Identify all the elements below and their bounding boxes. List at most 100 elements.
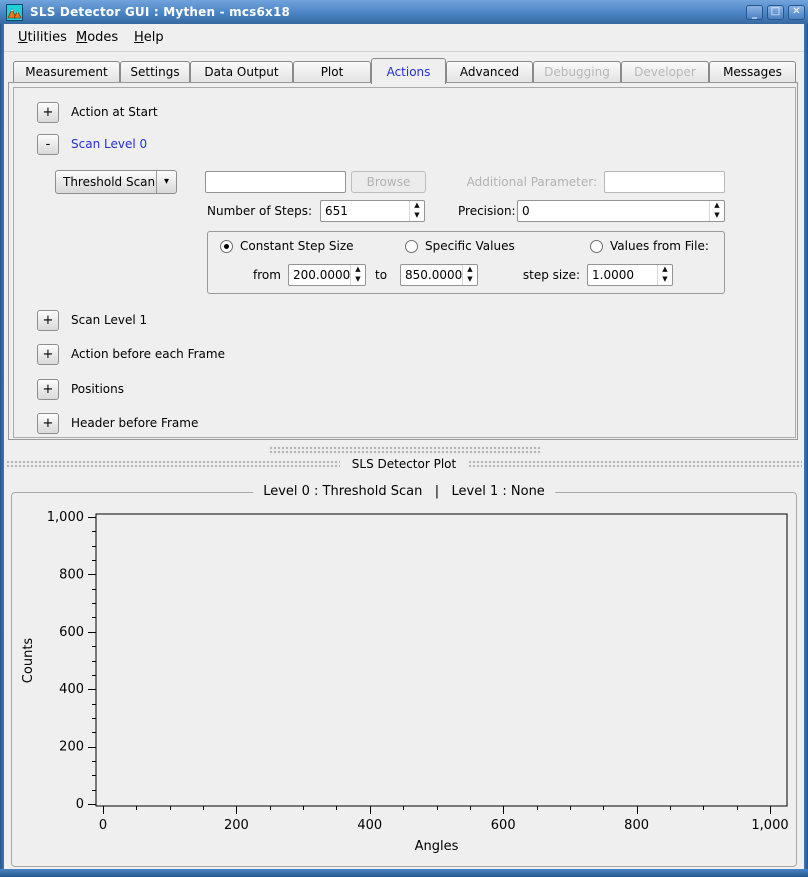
menu-bar: Utilities Modes Help [4, 24, 804, 52]
spin-up-icon[interactable]: ▲ [410, 201, 424, 211]
number-of-steps-label: Number of Steps: [207, 200, 312, 222]
x-tick-label: 800 [624, 818, 649, 833]
splitter-handle[interactable]: SLS Detector Plot [4, 443, 804, 473]
section-header-before-frame: + Header before Frame [14, 413, 774, 435]
actions-scroll-area: + Action at Start - Scan Level 0 Thresho… [13, 87, 796, 438]
y-axis-title: Counts [21, 638, 36, 684]
app-window: SLS Detector GUI : Mythen - mcs6x18 _ □ … [0, 0, 808, 877]
spin-down-icon[interactable]: ▼ [710, 211, 724, 221]
window-border-right[interactable] [804, 24, 808, 877]
section-label: Positions [71, 379, 124, 400]
spinner-arrows[interactable]: ▲ ▼ [462, 265, 477, 285]
step-mode-groupbox: Constant Step Size Specific Values Value… [207, 231, 725, 294]
additional-parameter-input [604, 171, 725, 193]
radio-values-from-file[interactable]: Values from File: [590, 238, 709, 254]
collapse-button[interactable]: - [37, 134, 59, 155]
section-label: Action before each Frame [71, 344, 225, 365]
close-button[interactable]: ✕ [788, 5, 805, 20]
scan-script-input[interactable] [205, 171, 346, 193]
spinner-arrows[interactable]: ▲ ▼ [409, 201, 424, 221]
scan-mode-select[interactable]: Threshold Scan ▾ [55, 170, 177, 194]
expand-button[interactable]: + [37, 413, 59, 434]
y-tick-label: 400 [59, 682, 84, 697]
x-tick-label: 200 [224, 818, 249, 833]
spin-down-icon[interactable]: ▼ [658, 275, 672, 285]
y-tick-label: 200 [59, 740, 84, 755]
section-action-before-each-frame: + Action before each Frame [14, 344, 774, 366]
tab-plot[interactable]: Plot [293, 61, 371, 82]
spin-up-icon[interactable]: ▲ [658, 265, 672, 275]
from-spinbox[interactable]: 200.0000 ▲ ▼ [288, 264, 366, 286]
tab-settings[interactable]: Settings [120, 61, 190, 82]
window-border-bottom[interactable] [0, 869, 808, 877]
minimize-button[interactable]: _ [746, 5, 763, 20]
menu-utilities[interactable]: Utilities [12, 24, 73, 52]
step-size-value: 1.0000 [588, 265, 657, 285]
expand-button[interactable]: + [37, 344, 59, 365]
to-spinbox[interactable]: 850.0000 ▲ ▼ [400, 264, 478, 286]
expand-button[interactable]: + [37, 102, 59, 123]
number-of-steps-spinbox[interactable]: 651 ▲ ▼ [320, 200, 425, 222]
number-of-steps-value: 651 [321, 201, 409, 221]
tab-developer: Developer [621, 61, 709, 82]
plot-groupbox: Level 0 : Threshold Scan | Level 1 : Non… [11, 492, 797, 867]
expand-button[interactable]: + [37, 310, 59, 331]
spin-up-icon[interactable]: ▲ [710, 201, 724, 211]
x-tick-label: 0 [99, 818, 107, 833]
to-label: to [375, 264, 387, 286]
tab-messages[interactable]: Messages [709, 61, 796, 82]
radio-specific-values[interactable]: Specific Values [405, 238, 515, 254]
radio-label: Values from File: [610, 239, 709, 253]
window-title: SLS Detector GUI : Mythen - mcs6x18 [30, 0, 290, 24]
app-mountain-icon [6, 4, 23, 21]
radio-icon[interactable] [590, 240, 603, 253]
precision-value: 0 [518, 201, 709, 221]
splitter-dots [468, 460, 802, 469]
spinner-arrows[interactable]: ▲ ▼ [657, 265, 672, 285]
dropdown-arrow-icon: ▾ [156, 171, 176, 193]
plot-canvas-frame [96, 514, 787, 806]
spin-up-icon[interactable]: ▲ [463, 265, 477, 275]
spinner-arrows[interactable]: ▲ ▼ [709, 201, 724, 221]
menu-modes[interactable]: Modes [70, 24, 124, 52]
section-scan-level-1: + Scan Level 1 [14, 310, 774, 332]
precision-spinbox[interactable]: 0 ▲ ▼ [517, 200, 725, 222]
step-size-label: step size: [514, 264, 580, 286]
maximize-button[interactable]: □ [767, 5, 784, 20]
tab-debugging: Debugging [533, 61, 621, 82]
step-size-spinbox[interactable]: 1.0000 ▲ ▼ [587, 264, 673, 286]
splitter-dots [6, 460, 340, 469]
expand-button[interactable]: + [37, 379, 59, 400]
radio-label: Constant Step Size [240, 239, 354, 253]
tab-actions[interactable]: Actions [371, 58, 446, 84]
spin-up-icon[interactable]: ▲ [351, 265, 365, 275]
to-value: 850.0000 [401, 265, 462, 285]
title-bar[interactable]: SLS Detector GUI : Mythen - mcs6x18 _ □ … [0, 0, 808, 24]
section-positions: + Positions [14, 379, 774, 401]
spinner-arrows[interactable]: ▲ ▼ [350, 265, 365, 285]
spin-down-icon[interactable]: ▼ [410, 211, 424, 221]
menu-help[interactable]: Help [128, 24, 170, 52]
section-action-at-start: + Action at Start [14, 102, 774, 124]
scan-mode-value: Threshold Scan [56, 171, 156, 193]
tab-measurement[interactable]: Measurement [13, 61, 120, 82]
section-label: Scan Level 1 [71, 310, 147, 331]
x-tick-label: 600 [491, 818, 516, 833]
precision-label: Precision: [458, 200, 516, 222]
section-label: Action at Start [71, 102, 158, 123]
from-label: from [253, 264, 281, 286]
y-tick-label: 800 [59, 567, 84, 582]
from-value: 200.0000 [289, 265, 350, 285]
section-label: Scan Level 0 [71, 134, 147, 155]
radio-icon[interactable] [220, 240, 233, 253]
plot-canvas[interactable]: 02004006008001,00002004006008001,000Angl… [12, 493, 796, 866]
radio-icon[interactable] [405, 240, 418, 253]
x-tick-label: 400 [357, 818, 382, 833]
spin-down-icon[interactable]: ▼ [463, 275, 477, 285]
tab-data-output[interactable]: Data Output [190, 61, 293, 82]
section-scan-level-0: - Scan Level 0 [14, 134, 774, 156]
x-axis-title: Angles [415, 839, 459, 854]
radio-constant-step-size[interactable]: Constant Step Size [220, 238, 354, 254]
tab-advanced[interactable]: Advanced [446, 61, 533, 82]
spin-down-icon[interactable]: ▼ [351, 275, 365, 285]
